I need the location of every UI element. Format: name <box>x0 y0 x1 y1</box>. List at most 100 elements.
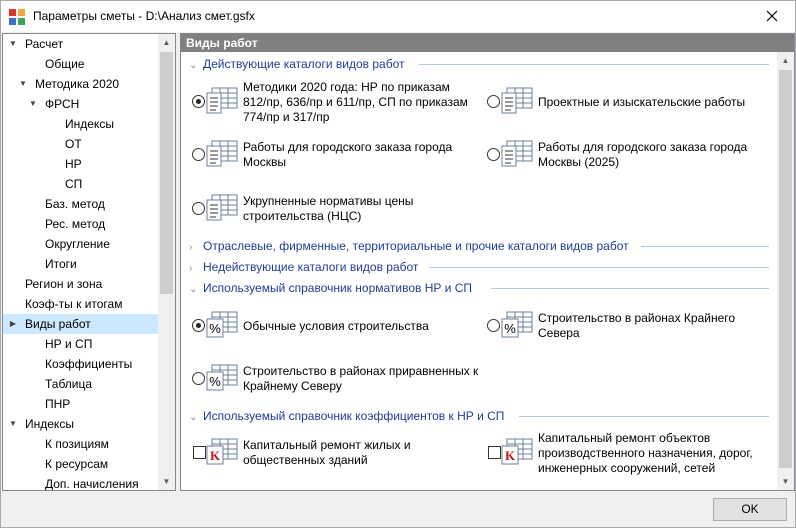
section-coef-reference-label: Используемый справочник коэффициентов к … <box>203 409 505 423</box>
tree-item-label: Виды работ <box>25 317 91 331</box>
radio-normal-conditions[interactable] <box>192 319 205 332</box>
checkbox-capital-residential[interactable] <box>193 446 206 459</box>
panel-scrollbar[interactable]: ▲ ▼ <box>777 52 794 490</box>
tree-item-label: Доп. начисления <box>45 477 139 491</box>
panel-scroll-thumb[interactable] <box>779 70 792 468</box>
section-other-catalogs[interactable]: › Отраслевые, фирменные, территориальные … <box>189 238 629 254</box>
percent-table-icon: % <box>206 364 238 391</box>
svg-text:%: % <box>504 321 516 336</box>
percent-table-icon: % <box>501 311 533 338</box>
tree-item-label: Баз. метод <box>45 197 105 211</box>
tree-item[interactable]: Итоги <box>3 254 159 274</box>
tree-item[interactable]: Баз. метод <box>3 194 159 214</box>
option-equivalent-north-label: Строительство в районах приравненных к К… <box>243 364 479 393</box>
tree-item-label: ПНР <box>45 397 71 411</box>
title-bar: Параметры сметы - D:\Анализ смет.gsfx <box>1 1 795 32</box>
svg-text:%: % <box>209 374 221 389</box>
settings-tree: ▼ Расчет Общие ▼ Методика 2020 ▼ ФРСН Индексы ОТ… <box>2 33 176 491</box>
option-design-survey-label: Проектные и изыскательские работы <box>538 95 746 109</box>
radio-far-north[interactable] <box>487 319 500 332</box>
close-button[interactable] <box>749 1 795 32</box>
section-inactive-catalogs-label: Недействующие каталоги видов работ <box>203 260 419 274</box>
collapse-chevron-icon: ⌄ <box>189 284 198 295</box>
checkbox-capital-objects[interactable] <box>488 446 501 459</box>
ok-button[interactable]: OK <box>713 498 787 521</box>
expanded-caret-icon[interactable]: ▼ <box>7 414 19 434</box>
option-normal-conditions-label: Обычные условия строительства <box>243 319 429 333</box>
tree-item-label: ОТ <box>65 137 82 151</box>
radio-moscow-order[interactable] <box>192 148 205 161</box>
expanded-caret-icon[interactable]: ▼ <box>17 74 29 94</box>
tree-scroll-thumb[interactable] <box>160 52 173 294</box>
tree-item-label: Итоги <box>45 257 77 271</box>
catalog-table-icon <box>501 87 533 114</box>
radio-ncs[interactable] <box>192 202 205 215</box>
settings-window: Параметры сметы - D:\Анализ смет.gsfx ▼ Р… <box>0 0 796 528</box>
scroll-up-arrow-icon[interactable]: ▲ <box>158 34 175 51</box>
tree-item-label: Общие <box>45 57 85 71</box>
tree-item[interactable]: Округление <box>3 234 159 254</box>
tree-item[interactable]: ▼ ФРСН <box>3 94 159 114</box>
tree-item[interactable]: НР <box>3 154 159 174</box>
tree-item-label: Индексы <box>25 417 74 431</box>
section-inactive-catalogs[interactable]: › Недействующие каталоги видов работ <box>189 259 418 275</box>
tree-item[interactable]: Коэффициенты <box>3 354 159 374</box>
tree-item-label: Регион и зона <box>25 277 103 291</box>
panel-header: Виды работ <box>181 34 794 52</box>
section-norms-reference[interactable]: ⌄ Используемый справочник нормативов НР и… <box>189 280 472 296</box>
svg-text:K: K <box>505 448 516 463</box>
radio-methods2020[interactable] <box>192 95 205 108</box>
tree-item[interactable]: ▶ Виды работ <box>3 314 159 334</box>
expanded-caret-icon[interactable]: ▼ <box>7 34 19 54</box>
app-grid-icon <box>9 9 25 25</box>
section-divider <box>641 246 769 247</box>
section-divider <box>519 416 769 417</box>
radio-moscow-order-2025[interactable] <box>487 148 500 161</box>
section-active-catalogs-label: Действующие каталоги видов работ <box>203 57 405 71</box>
tree-item[interactable]: ▼ Индексы <box>3 414 159 434</box>
catalog-table-icon <box>206 87 238 114</box>
svg-text:%: % <box>209 321 221 336</box>
tree-item[interactable]: ПНР <box>3 394 159 414</box>
tree-item-label: СП <box>65 177 83 191</box>
section-active-catalogs[interactable]: ⌄ Действующие каталоги видов работ <box>189 56 404 72</box>
catalog-table-icon <box>206 194 238 221</box>
section-coef-reference[interactable]: ⌄ Используемый справочник коэффициентов к… <box>189 408 504 424</box>
tree-item-label: Таблица <box>45 377 93 391</box>
tree-item[interactable]: Коэф-ты к итогам <box>3 294 159 314</box>
collapsed-caret-icon[interactable]: ▶ <box>7 314 19 334</box>
option-moscow-order-label: Работы для городского заказа города Моск… <box>243 140 453 169</box>
tree-item[interactable]: СП <box>3 174 159 194</box>
tree-scrollbar[interactable]: ▲ ▼ <box>158 34 175 490</box>
scroll-down-arrow-icon[interactable]: ▼ <box>158 473 175 490</box>
catalog-table-icon <box>206 140 238 167</box>
option-moscow-order-2025-label: Работы для городского заказа города Моск… <box>538 140 748 169</box>
section-divider <box>419 64 769 65</box>
tree-item[interactable]: Индексы <box>3 114 159 134</box>
tree-item[interactable]: ОТ <box>3 134 159 154</box>
tree-item[interactable]: Регион и зона <box>3 274 159 294</box>
tree-item[interactable]: ▼ Расчет <box>3 34 159 54</box>
scroll-down-arrow-icon[interactable]: ▼ <box>777 473 794 490</box>
tree-item[interactable]: ▼ Методика 2020 <box>3 74 159 94</box>
expanded-caret-icon[interactable]: ▼ <box>27 94 39 114</box>
tree-item[interactable]: Таблица <box>3 374 159 394</box>
tree-item[interactable]: Общие <box>3 54 159 74</box>
scroll-up-arrow-icon[interactable]: ▲ <box>777 52 794 69</box>
tree-item-label: Рес. метод <box>45 217 106 231</box>
tree-item[interactable]: Рес. метод <box>3 214 159 234</box>
tree-item[interactable]: Доп. начисления <box>3 474 159 491</box>
section-divider <box>429 267 769 268</box>
coefficient-k-icon: K <box>501 438 533 465</box>
tree-item-label: К ресурсам <box>45 457 109 471</box>
radio-equivalent-north[interactable] <box>192 372 205 385</box>
tree-item[interactable]: К позициям <box>3 434 159 454</box>
tree-item-label: К позициям <box>45 437 109 451</box>
tree-item-label: НР и СП <box>45 337 93 351</box>
radio-design-survey[interactable] <box>487 95 500 108</box>
percent-table-icon: % <box>206 311 238 338</box>
tree-item-label: Округление <box>45 237 110 251</box>
tree-item[interactable]: К ресурсам <box>3 454 159 474</box>
tree-item[interactable]: НР и СП <box>3 334 159 354</box>
tree-item-label: ФРСН <box>45 97 80 111</box>
